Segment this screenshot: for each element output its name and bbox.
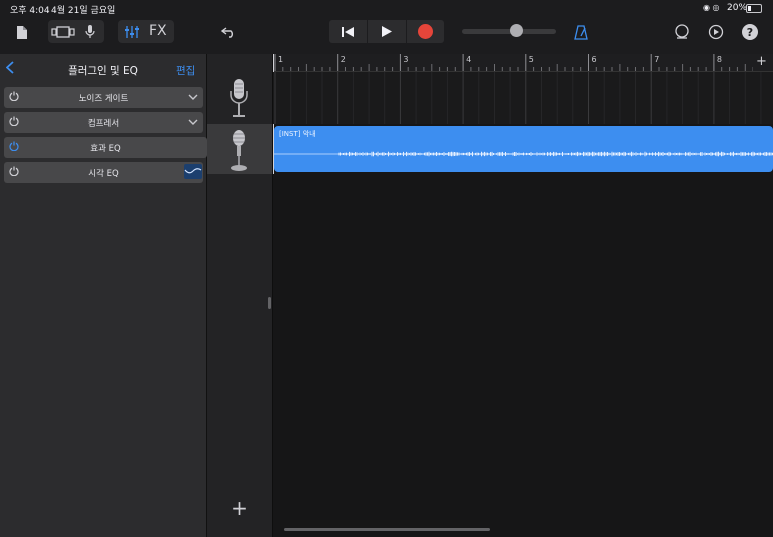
plugin-slot[interactable]: 컴프레서 xyxy=(4,112,203,133)
ruler-number: 7 xyxy=(654,55,660,64)
track-header-2-selected[interactable] xyxy=(207,124,272,174)
metronome-icon[interactable] xyxy=(571,22,591,42)
mixer-fx-group: FX xyxy=(118,20,174,43)
power-icon[interactable] xyxy=(4,141,24,154)
top-bar: 오후 4:04 4월 21일 금요일 ◉ ◎ 20% FX ? xyxy=(0,0,773,54)
undo-icon[interactable] xyxy=(218,22,240,42)
eq-curve-icon[interactable] xyxy=(183,163,203,182)
add-section-button[interactable]: + xyxy=(756,54,767,69)
ruler-number: 6 xyxy=(591,55,597,64)
waveform xyxy=(274,151,773,157)
audio-region[interactable]: [INST] 악내 xyxy=(274,126,773,172)
ruler-number: 2 xyxy=(340,55,346,64)
plugins-panel: 플러그인 및 EQ 편집 노이즈 게이트 컴프레서 효과 EQ 시각 EQ xyxy=(0,54,207,537)
bar-ruler[interactable]: 1 2 3 4 5 6 7 8 + xyxy=(273,54,773,72)
transport-controls xyxy=(329,20,444,43)
ruler-number: 8 xyxy=(716,55,722,64)
chevron-down-icon[interactable] xyxy=(183,118,203,128)
help-glyph: ? xyxy=(742,24,758,40)
record-dot xyxy=(417,24,433,39)
settings-icon[interactable] xyxy=(706,22,726,42)
document-icon[interactable] xyxy=(12,22,32,42)
volume-knob[interactable] xyxy=(510,24,523,37)
power-icon[interactable] xyxy=(4,166,24,179)
help-icon[interactable]: ? xyxy=(740,22,760,42)
plugin-name: 컴프레서 xyxy=(87,118,120,129)
plugin-slot[interactable]: 시각 EQ xyxy=(4,162,203,183)
status-date: 4월 21일 금요일 xyxy=(51,6,116,16)
track-lane-1[interactable] xyxy=(273,72,773,124)
microphone-icon[interactable] xyxy=(78,22,102,41)
record-icon[interactable] xyxy=(406,20,444,43)
plugin-slot[interactable]: 효과 EQ xyxy=(4,137,207,158)
ruler-number: 3 xyxy=(403,55,409,64)
power-icon[interactable] xyxy=(4,91,24,104)
mixer-icon[interactable] xyxy=(120,22,144,41)
wifi-icon: ◉ ◎ xyxy=(703,3,720,12)
battery-icon xyxy=(746,4,762,13)
plugin-name: 노이즈 게이트 xyxy=(78,93,129,104)
track-view-icon[interactable] xyxy=(50,22,76,41)
add-track-button[interactable]: + xyxy=(207,496,272,520)
plugin-name: 시각 EQ xyxy=(88,168,119,179)
timeline: 1 2 3 4 5 6 7 8 + [INST] 악내 xyxy=(273,54,773,537)
panel-resize-handle[interactable] xyxy=(268,297,271,309)
power-icon[interactable] xyxy=(4,116,24,129)
ruler-number: 5 xyxy=(528,55,534,64)
battery-level xyxy=(748,6,751,11)
ruler-number: 4 xyxy=(466,55,472,64)
edit-button[interactable]: 편집 xyxy=(176,63,195,78)
fx-button[interactable]: FX xyxy=(149,23,167,39)
horizontal-scroll-indicator[interactable] xyxy=(284,528,490,531)
play-icon[interactable] xyxy=(367,20,407,43)
ruler-number: 1 xyxy=(278,55,284,64)
region-label: [INST] 악내 xyxy=(279,130,316,138)
battery-percent: 20% xyxy=(727,3,748,13)
view-group xyxy=(48,20,104,43)
plugin-slot[interactable]: 노이즈 게이트 xyxy=(4,87,203,108)
lane-grid xyxy=(274,72,762,124)
status-time: 오후 4:04 xyxy=(10,6,50,16)
dynamic-mic-icon xyxy=(229,128,249,176)
master-volume-slider[interactable] xyxy=(462,24,556,37)
track-header-1[interactable] xyxy=(207,71,272,123)
condenser-mic-icon xyxy=(229,77,249,123)
loop-browser-icon[interactable] xyxy=(672,22,692,42)
track-headers: + xyxy=(207,54,273,537)
plugin-name: 효과 EQ xyxy=(90,143,121,154)
chevron-down-icon[interactable] xyxy=(183,93,203,103)
go-to-start-icon[interactable] xyxy=(329,20,367,43)
